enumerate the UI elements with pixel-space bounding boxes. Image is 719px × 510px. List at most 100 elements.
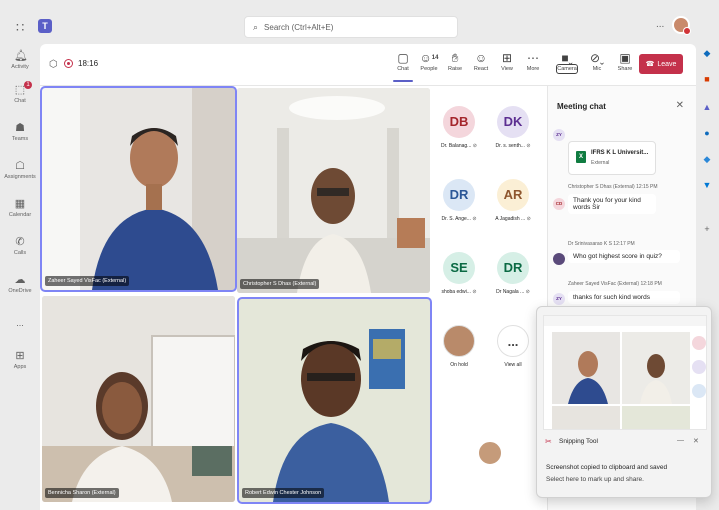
rail-item-apps[interactable]: ⊞ Apps xyxy=(0,350,40,370)
rail-label: Calendar xyxy=(8,212,32,218)
mic-off-icon: ⊘ xyxy=(472,216,477,222)
mic-off-icon: ⊘ xyxy=(472,143,477,149)
chat-message: thanks for such kind words xyxy=(568,291,680,304)
office-icon[interactable]: ■ xyxy=(702,74,712,84)
avatar: AR xyxy=(497,179,529,211)
participant-on-hold[interactable]: On hold xyxy=(434,325,484,368)
mic-off-icon: ⊘ xyxy=(472,289,477,295)
mic-button[interactable]: ⊘ˬ Mic xyxy=(584,50,610,72)
mic-off-icon: ⊘ xyxy=(526,216,531,222)
chat-message: Thank you for your kind words Sir xyxy=(568,194,656,214)
rail-label: Chat xyxy=(14,98,26,104)
edge-icon[interactable]: ▼ xyxy=(702,180,712,190)
participant-tile[interactable]: DK Dr. s. senth... ⊘ xyxy=(488,106,538,149)
rail-item-more[interactable]: ... xyxy=(0,318,40,328)
more-icon: ... xyxy=(497,325,529,357)
notification-message: Screenshot copied to clipboard and saved xyxy=(546,464,668,471)
leave-button[interactable]: ☎︎ Leave xyxy=(639,54,683,74)
participant-name: Dr. Balanag... xyxy=(441,143,472,149)
chat-button[interactable]: ▢ Chat xyxy=(390,50,416,82)
rail-item-chat[interactable]: ⬚ 1 Chat xyxy=(0,81,40,104)
rail-label: Activity xyxy=(11,64,29,70)
hand-icon: ✋︎ xyxy=(451,51,459,65)
message-meta: Zaheer Sayed VisFac (External) 12:18 PM xyxy=(568,281,662,287)
video-name-label: Zaheer Sayed VisFac (External) xyxy=(45,276,130,286)
toolbar-label: Share xyxy=(617,66,633,72)
participant-name: Dr. S. Ange... xyxy=(441,216,471,222)
mic-off-icon: ⊘ xyxy=(526,143,531,149)
snipping-tool-notification[interactable]: ✂ Snipping Tool — ✕ Screenshot copied to… xyxy=(536,306,712,498)
message-meta: Dr Srinivasarao K S 12:17 PM xyxy=(568,241,635,247)
participant-tile[interactable]: DR Dr Nagala ... ⊘ xyxy=(488,252,538,295)
copilot-icon[interactable]: ◆ xyxy=(702,48,712,58)
left-app-rail: 🔔︎ Activity ⬚ 1 Chat ☗ Teams ☖ Assignmen… xyxy=(0,44,40,510)
view-all-button[interactable]: ... View all xyxy=(488,325,538,368)
raise-hand-button[interactable]: ✋︎ Raise xyxy=(442,50,468,72)
add-app-icon[interactable]: + xyxy=(702,224,712,234)
rail-item-calendar[interactable]: ▦ Calendar xyxy=(0,198,40,218)
avatar xyxy=(443,325,475,357)
more-button[interactable]: ⋯ More xyxy=(520,50,546,72)
search-input[interactable]: ⌕ Search (Ctrl+Alt+E) xyxy=(244,16,458,38)
notification-app-name: Snipping Tool xyxy=(559,438,598,445)
teams-app-icon[interactable]: ▲ xyxy=(702,102,712,112)
avatar: DB xyxy=(443,106,475,138)
rail-item-activity[interactable]: 🔔︎ Activity xyxy=(0,50,40,70)
rail-item-calls[interactable]: ✆ Calls xyxy=(0,236,40,256)
view-button[interactable]: ⊞ View xyxy=(494,50,520,72)
video-tile-christopher[interactable]: Christopher S Dhas (External) xyxy=(237,88,430,293)
file-attachment[interactable]: X IFRS K L Universit... External xyxy=(568,141,656,175)
video-tile-zaheer[interactable]: Zaheer Sayed VisFac (External) xyxy=(40,86,237,292)
chat-icon: ▢ xyxy=(397,51,409,65)
profile-avatar[interactable] xyxy=(672,16,691,35)
react-button[interactable]: ☺︎ React xyxy=(468,50,494,72)
file-sub: External xyxy=(591,160,610,166)
avatar: SE xyxy=(443,252,475,284)
more-options-icon[interactable]: ... xyxy=(656,19,664,30)
close-icon[interactable]: ✕ xyxy=(676,100,684,111)
unread-badge: 1 xyxy=(24,81,32,89)
meeting-timer: 18:16 xyxy=(78,59,99,68)
search-icon: ⌕ xyxy=(253,21,259,32)
participant-tile[interactable]: DR Dr. S. Ange... ⊘ xyxy=(434,179,484,222)
sender-avatar xyxy=(553,253,565,265)
rail-item-onedrive[interactable]: ☁︎ OneDrive xyxy=(0,274,40,294)
screenshot-thumbnail xyxy=(543,315,707,430)
rail-item-teams[interactable]: ☗ Teams xyxy=(0,122,40,142)
camera-button[interactable]: ■ˬ Camera xyxy=(554,50,580,74)
video-tile-bennicha[interactable]: Bennicha Sharon (External) xyxy=(42,296,235,502)
chat-title: Meeting chat xyxy=(557,102,606,111)
phone-icon: ✆ xyxy=(15,236,25,248)
rail-item-assignments[interactable]: ☖ Assignments xyxy=(0,160,40,180)
video-tile-robert[interactable]: Robert Edwin Chester Johnson xyxy=(237,297,432,504)
participant-tile[interactable]: DB Dr. Balanag... ⊘ xyxy=(434,106,484,149)
title-bar: ∷ T ⌕ Search (Ctrl+Alt+E) ... xyxy=(0,10,719,44)
toolbar-label: Camera xyxy=(556,64,578,74)
minimize-icon[interactable]: — xyxy=(677,437,684,444)
notification-subtext: Select here to mark up and share. xyxy=(546,476,644,483)
participant-tile[interactable]: AR A Jagadish ... ⊘ xyxy=(488,179,538,222)
outlook-icon[interactable]: ● xyxy=(702,128,712,138)
rail-label: OneDrive xyxy=(8,288,32,294)
thumbnail-image xyxy=(544,316,706,429)
meeting-toolbar: ⬡ 18:16 ▢ Chat ☺14 People ✋︎ Raise ☺︎ Re… xyxy=(40,44,696,86)
teams-icon: ☗ xyxy=(15,122,25,134)
bell-icon: 🔔︎ xyxy=(14,50,28,62)
participant-tile[interactable]: SE shoba edwi... ⊘ xyxy=(434,252,484,295)
teams-logo-icon: T xyxy=(38,19,52,33)
share-button[interactable]: ▣ Share xyxy=(612,50,638,72)
toolbar-label: Mic xyxy=(592,66,602,72)
grid-icon: ⊞ xyxy=(501,51,513,65)
video-name-label: Bennicha Sharon (External) xyxy=(45,488,119,498)
onedrive-icon[interactable]: ◆ xyxy=(702,154,712,164)
participant-name: Dr Nagala ... xyxy=(496,289,525,295)
toolbar-label: Chat xyxy=(397,66,409,72)
toolbar-label: More xyxy=(526,66,540,72)
close-icon[interactable]: ✕ xyxy=(693,437,699,445)
mic-off-icon: ⊘ˬ xyxy=(589,51,605,65)
file-name: IFRS K L Universit... xyxy=(591,150,649,156)
video-name-label: Robert Edwin Chester Johnson xyxy=(242,488,325,498)
app-launcher-icon[interactable]: ∷ xyxy=(16,20,24,36)
people-button[interactable]: ☺14 People xyxy=(416,50,442,72)
share-icon: ▣ xyxy=(619,51,631,65)
